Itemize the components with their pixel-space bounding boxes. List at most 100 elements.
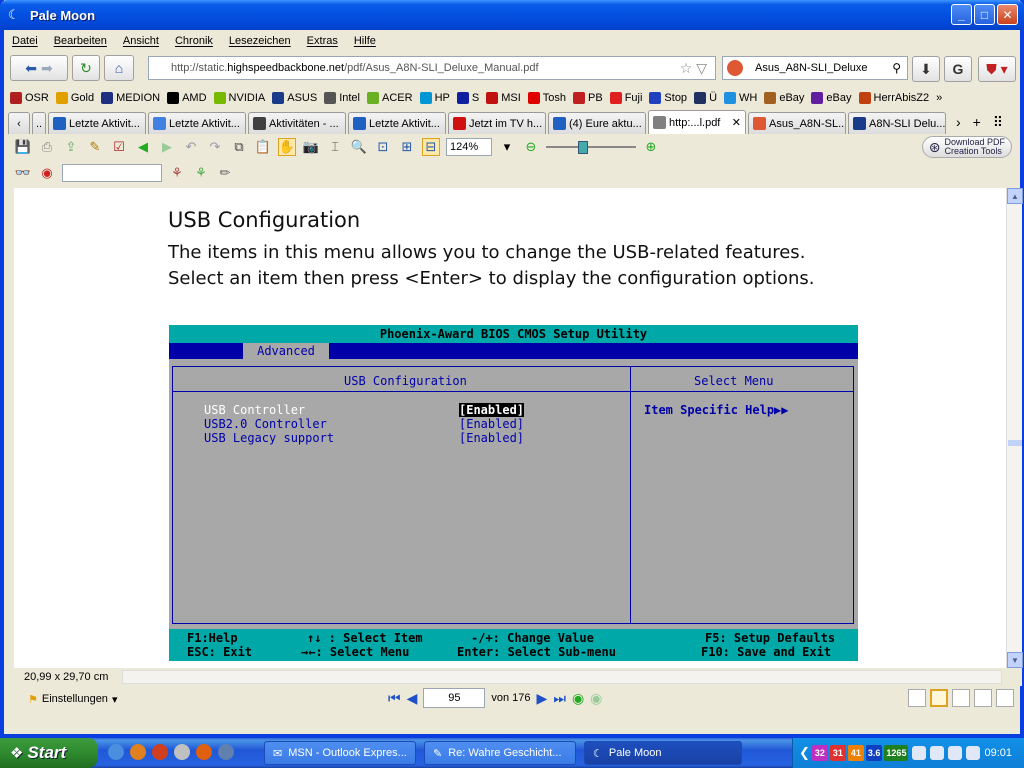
horizontal-scrollbar[interactable] [122, 670, 1002, 684]
zoom-in-icon[interactable]: ⊕ [642, 138, 660, 156]
translate-button[interactable]: G [944, 56, 972, 82]
pdf-document-view[interactable]: USB Configuration The items in this menu… [14, 188, 1006, 668]
ask-icon[interactable]: ◉ [38, 164, 56, 182]
menu-hilfe[interactable]: Hilfe [354, 35, 376, 47]
browser-tab[interactable]: Letzte Aktivit... [148, 112, 246, 134]
scroll-down-icon[interactable]: ▼ [1007, 652, 1023, 668]
bookmark-item[interactable]: HerrAbisZ2 [858, 92, 929, 104]
tab-list-icon[interactable]: ⠿ [993, 114, 1003, 131]
close-button[interactable]: ✕ [997, 4, 1018, 25]
menu-chronik[interactable]: Chronik [175, 35, 213, 47]
stamp-icon[interactable]: ✎ [86, 138, 104, 156]
taskbar-item-outlook[interactable]: ✉ MSN - Outlook Expres... [264, 741, 416, 765]
quick-launch-icon[interactable] [174, 744, 190, 760]
tab-close-icon[interactable]: ✕ [732, 116, 741, 129]
bookmark-item[interactable]: PB [573, 92, 603, 104]
zoom-slider[interactable] [546, 141, 636, 154]
bookmark-item[interactable]: eBay [811, 92, 852, 104]
quick-launch-icon[interactable] [196, 744, 212, 760]
redo-icon[interactable]: ↷ [206, 138, 224, 156]
browser-tab[interactable]: Letzte Aktivit... [48, 112, 146, 134]
tray-volume-icon[interactable] [948, 746, 963, 760]
actual-size-icon[interactable]: ⊡ [374, 138, 392, 156]
quick-launch-icon[interactable] [152, 744, 168, 760]
clock[interactable]: 09:01 [984, 747, 1012, 759]
copy-icon[interactable]: ⧉ [230, 138, 248, 156]
forward-green-icon[interactable]: ▶ [158, 138, 176, 156]
find-next-icon[interactable]: ⚘ [192, 164, 210, 182]
browser-tab[interactable]: Letzte Aktivit... [348, 112, 446, 134]
taskbar-item-pale-moon[interactable]: ☾ Pale Moon [584, 741, 742, 765]
page-number-input[interactable]: 95 [423, 688, 486, 708]
bookmark-item[interactable]: WH [724, 92, 757, 104]
back-forward-buttons[interactable]: ⬅ ➡ [10, 55, 68, 81]
fit-page-icon[interactable]: ⊞ [398, 138, 416, 156]
tray-badge[interactable]: 3.6 [865, 745, 883, 761]
quick-launch-icon[interactable] [108, 744, 124, 760]
zoom-in-tool-icon[interactable]: 🔍 [350, 138, 368, 156]
duckduckgo-icon[interactable] [727, 60, 743, 76]
form-icon[interactable]: ☑ [110, 138, 128, 156]
continuous-facing-icon[interactable] [974, 689, 992, 707]
menu-lesezeichen[interactable]: Lesezeichen [229, 35, 291, 47]
bookmark-item[interactable]: Intel [324, 92, 360, 104]
browser-tab[interactable]: http:...l.pdf ✕ [648, 110, 746, 134]
bookmark-item[interactable]: Gold [55, 92, 94, 104]
tray-badge[interactable]: 1265 [884, 745, 909, 761]
bookmark-item[interactable]: S [456, 92, 479, 104]
browser-tab[interactable]: Jetzt im TV h... [448, 112, 546, 134]
vertical-scrollbar[interactable]: ▲ ▼ [1006, 188, 1023, 668]
url-bar[interactable]: http://static. highspeedbackbone.net/pdf/… [148, 56, 716, 80]
tray-security-icon[interactable] [966, 746, 981, 760]
browser-tab[interactable]: Asus_A8N-SL... [748, 112, 846, 134]
search-icon[interactable]: ⚲ [892, 61, 901, 75]
quick-launch-icon[interactable] [130, 744, 146, 760]
print-icon[interactable]: ⎙ [38, 138, 56, 156]
menu-datei[interactable]: Datei [12, 35, 38, 47]
tray-badge[interactable]: 32 [811, 745, 828, 761]
bookmark-item[interactable]: MEDION [101, 92, 160, 104]
tab-scroll-left-button[interactable]: ‹ [8, 112, 30, 134]
tab-scroll-right-icon[interactable]: › [956, 114, 961, 130]
pdf-search-input[interactable] [62, 164, 162, 182]
bookmark-item[interactable]: Tosh [527, 92, 566, 104]
back-arrow-icon[interactable]: ⬅ [25, 60, 37, 77]
history-forward-icon[interactable]: ◉ [590, 690, 602, 707]
tray-badge[interactable]: 31 [829, 745, 846, 761]
bookmark-item[interactable]: OSR [10, 92, 49, 104]
single-page-icon[interactable] [908, 689, 926, 707]
search-box[interactable]: Asus_A8N-SLI_Deluxe ⚲ [722, 56, 908, 80]
history-back-icon[interactable]: ◉ [572, 690, 584, 707]
bookmark-item[interactable]: Fuji [609, 92, 642, 104]
menu-extras[interactable]: Extras [307, 35, 338, 47]
browser-tab[interactable]: A8N-SLI Delu... [848, 112, 946, 134]
bookmark-item[interactable]: HP [419, 92, 450, 104]
bookmark-item[interactable]: eBay [764, 92, 804, 104]
select-tool-icon[interactable]: ⌶ [326, 138, 344, 156]
tray-network-icon[interactable] [930, 746, 945, 760]
hand-tool-icon[interactable]: ✋ [278, 138, 296, 156]
minimize-button[interactable]: _ [951, 4, 972, 25]
download-pdf-tools-button[interactable]: ⊛ Download PDF Creation Tools [921, 136, 1012, 158]
highlight-icon[interactable]: ✏ [216, 164, 234, 182]
export-icon[interactable]: ⇪ [62, 138, 80, 156]
home-button[interactable]: ⌂ [104, 55, 134, 81]
undo-icon[interactable]: ↶ [182, 138, 200, 156]
glasses-icon[interactable]: 👓 [14, 164, 32, 182]
menu-ansicht[interactable]: Ansicht [123, 35, 159, 47]
title-bar[interactable]: ☾ Pale Moon _ □ ✕ [0, 0, 1024, 30]
page-options-icon[interactable] [996, 689, 1014, 707]
zoom-dropdown-icon[interactable]: ▾ [498, 138, 516, 156]
bookmark-item[interactable]: ASUS [272, 92, 317, 104]
fit-width-icon[interactable]: ⊟ [422, 138, 440, 156]
new-tab-icon[interactable]: + [973, 114, 981, 130]
maximize-button[interactable]: □ [974, 4, 995, 25]
previous-page-icon[interactable]: ◀ [407, 690, 418, 707]
scroll-up-icon[interactable]: ▲ [1007, 188, 1023, 204]
bookmarks-overflow-icon[interactable]: » [936, 92, 942, 104]
bookmark-item[interactable]: MSI [486, 92, 521, 104]
zoom-level-input[interactable]: 124% [446, 138, 492, 156]
last-page-icon[interactable]: ⏭ [553, 690, 566, 707]
first-page-icon[interactable]: ⏮ [388, 690, 401, 707]
find-previous-icon[interactable]: ⚘ [168, 164, 186, 182]
